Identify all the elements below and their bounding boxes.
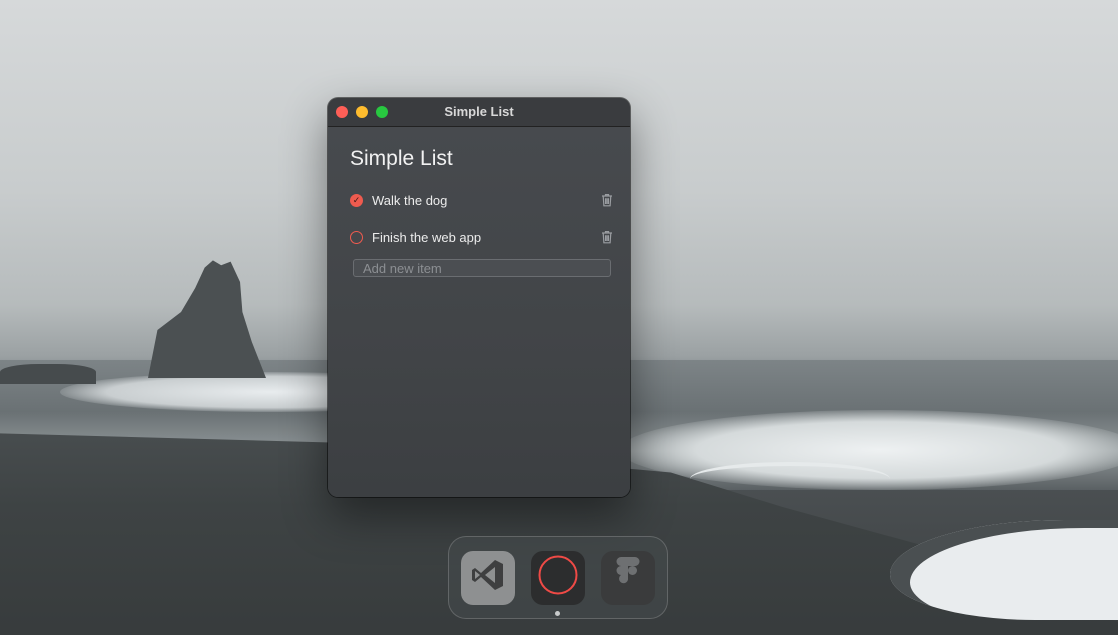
app-window: Simple List Simple List Walk the dog Fin… xyxy=(328,98,630,497)
red-circle-icon xyxy=(537,554,579,601)
unchecked-checkbox[interactable] xyxy=(350,230,363,244)
item-label: Finish the web app xyxy=(372,229,482,245)
dock xyxy=(448,536,668,619)
add-item-input[interactable] xyxy=(353,259,611,277)
figma-icon xyxy=(613,555,643,600)
app-content: Simple List Walk the dog Finish the web … xyxy=(328,127,630,497)
item-label: Walk the dog xyxy=(372,192,448,208)
checked-checkbox[interactable] xyxy=(350,193,363,207)
trash-icon[interactable] xyxy=(600,192,614,208)
list-item: Walk the dog xyxy=(350,189,614,211)
dock-app-figma[interactable] xyxy=(601,550,655,605)
page-title: Simple List xyxy=(350,147,453,170)
running-indicator xyxy=(555,611,560,616)
sea-stack-rock xyxy=(148,260,266,378)
vscode-icon xyxy=(470,557,506,598)
title-bar[interactable]: Simple List xyxy=(328,98,630,127)
dock-app-vscode[interactable] xyxy=(461,550,515,605)
list-item: Finish the web app xyxy=(350,226,614,248)
window-title: Simple List xyxy=(444,104,514,119)
trash-icon[interactable] xyxy=(600,229,614,245)
dock-app-simple-list[interactable] xyxy=(531,550,585,605)
